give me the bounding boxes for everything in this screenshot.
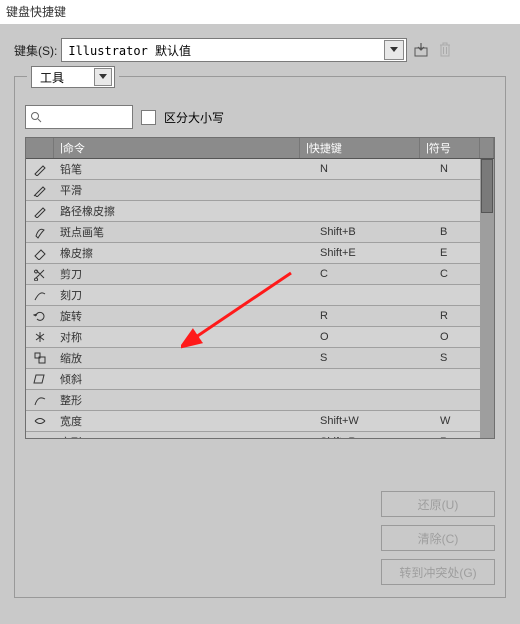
col-shortcut[interactable]: | 快捷键 (300, 138, 420, 158)
search-icon (30, 111, 42, 123)
table-row[interactable]: 铅笔NN (26, 159, 494, 180)
preset-select[interactable]: Illustrator 默认值 (61, 38, 407, 62)
category-value: 工具 (40, 69, 64, 86)
cmd-cell: 剪刀 (54, 266, 314, 282)
scissors-icon (33, 267, 47, 281)
col-symbol[interactable]: | 符号 (420, 138, 480, 158)
table-row[interactable]: 宽度Shift+WW (26, 411, 494, 432)
pencil-icon (33, 162, 47, 176)
table-row[interactable]: 变形Shift+RR (26, 432, 494, 438)
shortcut-table: | 命令 | 快捷键 | 符号 铅笔NN平滑路径橡皮擦斑点画笔Shift+BB橡… (25, 137, 495, 439)
search-field[interactable] (25, 105, 133, 129)
preset-value: Illustrator 默认值 (68, 42, 191, 59)
blob-brush-icon (33, 225, 47, 239)
table-row[interactable]: 斑点画笔Shift+BB (26, 222, 494, 243)
key-cell[interactable]: S (314, 352, 434, 364)
chevron-down-icon[interactable] (94, 68, 112, 86)
knife-icon (33, 288, 47, 302)
shortcut-group: 工具 区分大小写 | 命令 (14, 76, 506, 598)
table-row[interactable]: 整形 (26, 390, 494, 411)
undo-button[interactable]: 还原(U) (381, 491, 495, 517)
shear-icon (33, 372, 47, 386)
key-cell[interactable]: N (314, 163, 434, 175)
key-cell[interactable]: C (314, 268, 434, 280)
scrollbar-thumb[interactable] (481, 159, 493, 213)
table-row[interactable]: 刻刀 (26, 285, 494, 306)
key-cell[interactable]: Shift+R (314, 436, 434, 438)
table-row[interactable]: 路径橡皮擦 (26, 201, 494, 222)
cmd-cell: 刻刀 (54, 287, 314, 303)
search-input[interactable] (42, 109, 128, 125)
reflect-icon (33, 330, 47, 344)
cmd-cell: 宽度 (54, 413, 314, 429)
chevron-down-icon[interactable] (384, 40, 404, 60)
key-cell[interactable]: O (314, 331, 434, 343)
cmd-cell: 旋转 (54, 308, 314, 324)
table-row[interactable]: 剪刀CC (26, 264, 494, 285)
case-sensitive-checkbox[interactable] (141, 110, 156, 125)
save-preset-button[interactable] (411, 40, 431, 60)
goto-conflict-button[interactable]: 转到冲突处(G) (381, 559, 495, 585)
key-cell[interactable]: Shift+E (314, 247, 434, 259)
rotate-icon (33, 309, 47, 323)
warp-icon (33, 435, 47, 438)
category-select[interactable]: 工具 (31, 66, 115, 88)
col-command[interactable]: | 命令 (54, 138, 300, 158)
reshape-icon (33, 393, 47, 407)
key-cell[interactable]: Shift+B (314, 226, 434, 238)
clear-button[interactable]: 清除(C) (381, 525, 495, 551)
table-row[interactable]: 倾斜 (26, 369, 494, 390)
cmd-cell: 铅笔 (54, 161, 314, 177)
cmd-cell: 路径橡皮擦 (54, 203, 314, 219)
table-row[interactable]: 平滑 (26, 180, 494, 201)
table-row[interactable]: 橡皮擦Shift+EE (26, 243, 494, 264)
cmd-cell: 缩放 (54, 350, 314, 366)
preset-label: 键集(S): (14, 42, 57, 59)
cmd-cell: 倾斜 (54, 371, 314, 387)
scrollbar[interactable] (480, 159, 494, 438)
path-eraser-icon (33, 204, 47, 218)
cmd-cell: 对称 (54, 329, 314, 345)
table-row[interactable]: 对称OO (26, 327, 494, 348)
table-row[interactable]: 旋转RR (26, 306, 494, 327)
case-sensitive-label: 区分大小写 (164, 109, 224, 126)
key-cell[interactable]: R (314, 310, 434, 322)
cmd-cell: 整形 (54, 392, 314, 408)
width-icon (33, 414, 47, 428)
cmd-cell: 橡皮擦 (54, 245, 314, 261)
delete-preset-button[interactable] (435, 40, 455, 60)
cmd-cell: 斑点画笔 (54, 224, 314, 240)
cmd-cell: 变形 (54, 434, 314, 438)
eraser-icon (33, 246, 47, 260)
smooth-icon (33, 183, 47, 197)
cmd-cell: 平滑 (54, 182, 314, 198)
table-row[interactable]: 缩放SS (26, 348, 494, 369)
scale-icon (33, 351, 47, 365)
key-cell[interactable]: Shift+W (314, 415, 434, 427)
